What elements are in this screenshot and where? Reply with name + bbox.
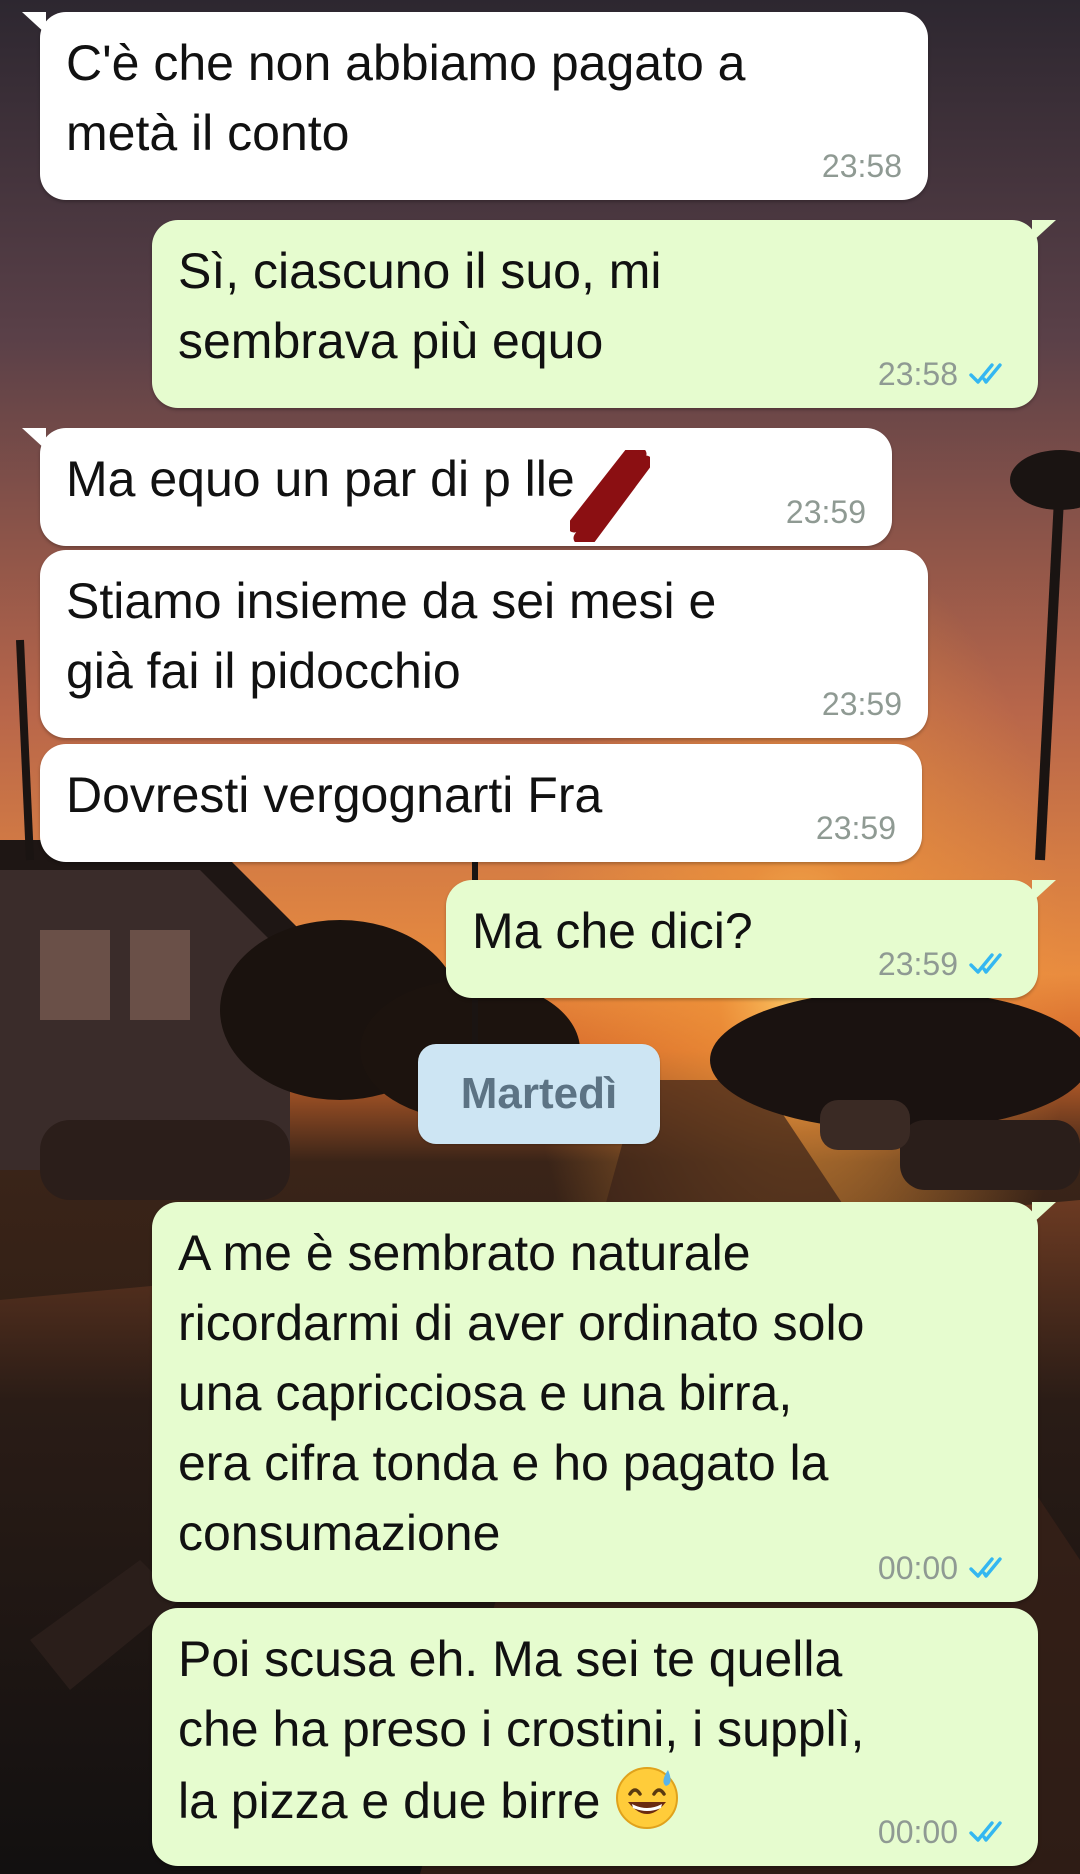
- incoming-message[interactable]: Stiamo insieme da sei mesi e già fai il …: [40, 550, 928, 738]
- outgoing-message[interactable]: A me è sembrato naturale ricordarmi di a…: [152, 1202, 1056, 1602]
- message-meta: 23:59: [786, 494, 866, 530]
- message-time: 00:00: [877, 1814, 958, 1850]
- message-text: A me è sembrato naturale ricordarmi di a…: [178, 1225, 865, 1561]
- double-check-icon: [969, 363, 1002, 384]
- outgoing-message[interactable]: Sì, ciascuno il suo, mi sembrava più equ…: [152, 220, 1056, 408]
- incoming-message[interactable]: C'è che non abbiamo pagato a metà il con…: [22, 12, 928, 200]
- outgoing-message[interactable]: Poi scusa eh. Ma sei te quella che ha pr…: [152, 1608, 1038, 1866]
- bubble-tail: [22, 12, 46, 34]
- message-meta: 23:58: [878, 356, 1012, 392]
- message-text: Sì, ciascuno il suo, mi sembrava più equ…: [178, 243, 662, 369]
- message-meta: 23:58: [822, 148, 902, 184]
- message-meta: 23:59: [816, 810, 896, 846]
- message-meta: 23:59: [822, 686, 902, 722]
- incoming-message[interactable]: Ma equo un par di p lle 23:59: [22, 428, 892, 546]
- message-meta: 23:59: [878, 946, 1012, 982]
- chat-messages: C'è che non abbiamo pagato a metà il con…: [0, 0, 1080, 1874]
- message-meta: 00:00: [878, 1550, 1012, 1586]
- incoming-message[interactable]: Dovresti vergognarti Fra 23:59: [40, 744, 922, 862]
- message-time: 23:59: [877, 946, 958, 982]
- double-check-icon: [969, 1821, 1002, 1842]
- message-text: Poi scusa eh. Ma sei te quella che ha pr…: [178, 1624, 1008, 1836]
- message-text: Ma equo un par di p lle: [66, 451, 575, 507]
- message-time: 23:59: [785, 494, 866, 530]
- message-text: Stiamo insieme da sei mesi e già fai il …: [66, 573, 717, 699]
- date-separator: Martedì: [418, 1044, 660, 1144]
- message-time: 00:00: [877, 1550, 958, 1586]
- message-time: 23:59: [821, 686, 902, 722]
- double-check-icon: [969, 1557, 1002, 1578]
- message-time: 23:59: [815, 810, 896, 846]
- message-text: Dovresti vergognarti Fra: [66, 767, 603, 823]
- message-text: C'è che non abbiamo pagato a metà il con…: [66, 35, 746, 161]
- bubble-tail: [1032, 880, 1056, 902]
- double-check-icon: [969, 953, 1002, 974]
- bubble-tail: [1032, 220, 1056, 242]
- bubble-tail: [1032, 1202, 1056, 1224]
- grinning-sweat-emoji: [616, 1767, 679, 1829]
- message-meta: 00:00: [878, 1814, 1012, 1850]
- message-text-content: Poi scusa eh. Ma sei te quella che ha pr…: [178, 1631, 865, 1829]
- bubble-tail: [22, 428, 46, 450]
- message-time: 23:58: [821, 148, 902, 184]
- red-scribble: [570, 450, 650, 542]
- message-time: 23:58: [877, 356, 958, 392]
- outgoing-message[interactable]: Ma che dici? 23:59: [446, 880, 1056, 998]
